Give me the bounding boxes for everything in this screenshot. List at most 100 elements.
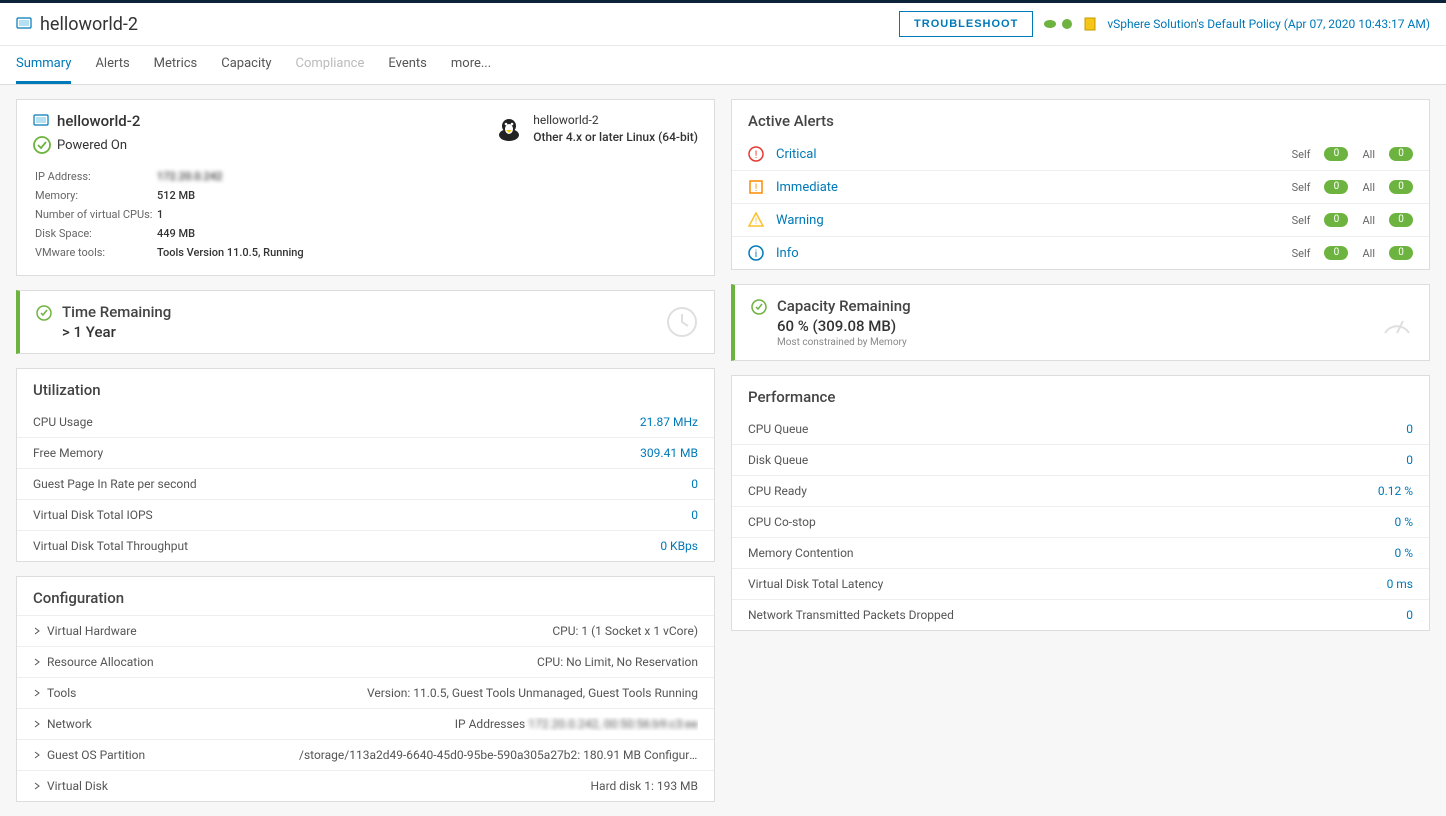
ip-value: 172.20.0.242	[157, 168, 304, 185]
perf-label: CPU Queue	[748, 422, 808, 436]
chevron-right-icon	[33, 689, 41, 697]
capacity-remaining-card: Capacity Remaining 60 % (309.08 MB) Most…	[731, 284, 1430, 361]
perf-label: CPU Co-stop	[748, 515, 816, 529]
chevron-right-icon	[33, 751, 41, 759]
policy-text[interactable]: vSphere Solution's Default Policy (Apr 0…	[1107, 17, 1430, 31]
os-name: helloworld-2	[533, 112, 698, 129]
disk-value: 449 MB	[157, 225, 304, 242]
gauge-icon	[1381, 307, 1413, 339]
config-row[interactable]: Resource Allocation CPU: No Limit, No Re…	[17, 646, 714, 677]
configuration-card: Configuration Virtual Hardware CPU: 1 (1…	[16, 576, 715, 802]
vcpu-value: 1	[157, 206, 304, 223]
info-icon: i	[748, 245, 764, 261]
active-alerts-card: Active Alerts ! Critical Self0 All0 ! I	[731, 99, 1430, 270]
disk-label: Disk Space:	[35, 225, 155, 242]
tools-value: Tools Version 11.0.5, Running	[157, 244, 304, 261]
perf-value[interactable]: 0	[1406, 608, 1413, 622]
powered-on-icon	[33, 136, 51, 154]
page-title: helloworld-2	[40, 14, 138, 35]
util-value[interactable]: 0	[691, 508, 698, 522]
svg-text:!: !	[755, 183, 758, 194]
ip-label: IP Address:	[35, 168, 155, 185]
chevron-right-icon	[33, 627, 41, 635]
chevron-right-icon	[33, 782, 41, 790]
status-badge-icon	[1061, 18, 1073, 30]
vm-icon	[16, 16, 32, 32]
tab-summary[interactable]: Summary	[16, 46, 71, 84]
status-green-icon	[1043, 19, 1057, 29]
performance-title: Performance	[732, 376, 1429, 414]
power-status: Powered On	[57, 138, 127, 153]
perf-label: Network Transmitted Packets Dropped	[748, 608, 954, 622]
config-row[interactable]: Guest OS Partition /storage/113a2d49-664…	[17, 739, 714, 770]
tab-more[interactable]: more...	[451, 46, 491, 84]
tab-capacity[interactable]: Capacity	[221, 46, 271, 84]
tab-compliance[interactable]: Compliance	[296, 46, 365, 84]
config-row[interactable]: Virtual Hardware CPU: 1 (1 Socket x 1 vC…	[17, 615, 714, 646]
troubleshoot-button[interactable]: TROUBLESHOOT	[899, 11, 1033, 37]
chevron-right-icon	[33, 720, 41, 728]
capacity-title: Capacity Remaining	[777, 297, 911, 315]
util-value[interactable]: 0 KBps	[660, 539, 698, 553]
check-icon	[751, 299, 767, 315]
capacity-value: 60 % (309.08 MB)	[777, 317, 911, 335]
util-label: CPU Usage	[33, 415, 93, 429]
perf-label: CPU Ready	[748, 484, 807, 498]
vm-summary-card: helloworld-2 Powered On helloworld-2 Oth…	[16, 99, 715, 276]
alert-row-critical[interactable]: ! Critical Self0 All0	[732, 138, 1429, 171]
perf-label: Virtual Disk Total Latency	[748, 577, 883, 591]
perf-value[interactable]: 0.12 %	[1378, 484, 1413, 498]
util-label: Guest Page In Rate per second	[33, 477, 197, 491]
util-label: Virtual Disk Total IOPS	[33, 508, 153, 522]
perf-value[interactable]: 0	[1406, 453, 1413, 467]
perf-value[interactable]: 0	[1406, 422, 1413, 436]
critical-icon: !	[748, 146, 764, 162]
time-remaining-title: Time Remaining	[62, 303, 171, 321]
chevron-right-icon	[33, 658, 41, 666]
util-value[interactable]: 309.41 MB	[640, 446, 698, 460]
config-row[interactable]: Network IP Addresses 172.20.0.242, 00:50…	[17, 708, 714, 739]
util-label: Virtual Disk Total Throughput	[33, 539, 188, 553]
vm-icon	[33, 113, 49, 129]
tab-metrics[interactable]: Metrics	[154, 46, 198, 84]
immediate-icon: !	[748, 179, 764, 195]
check-icon	[36, 305, 52, 321]
perf-value[interactable]: 0 ms	[1387, 577, 1413, 591]
config-row[interactable]: Virtual Disk Hard disk 1: 193 MB	[17, 770, 714, 801]
perf-value[interactable]: 0 %	[1394, 546, 1413, 560]
vcpu-label: Number of virtual CPUs:	[35, 206, 155, 223]
tab-events[interactable]: Events	[388, 46, 426, 84]
tools-label: VMware tools:	[35, 244, 155, 261]
capacity-sub: Most constrained by Memory	[777, 337, 911, 348]
warning-icon: !	[748, 212, 764, 228]
tabs: Summary Alerts Metrics Capacity Complian…	[0, 46, 1446, 85]
perf-value[interactable]: 0 %	[1394, 515, 1413, 529]
utilization-title: Utilization	[17, 369, 714, 407]
clock-icon	[666, 306, 698, 338]
config-row[interactable]: Tools Version: 11.0.5, Guest Tools Unman…	[17, 677, 714, 708]
alert-row-warning[interactable]: ! Warning Self0 All0	[732, 204, 1429, 237]
alert-row-info[interactable]: i Info Self0 All0	[732, 237, 1429, 269]
configuration-title: Configuration	[17, 577, 714, 615]
perf-label: Memory Contention	[748, 546, 854, 560]
time-remaining-value: > 1 Year	[62, 323, 171, 341]
mem-value: 512 MB	[157, 187, 304, 204]
linux-icon	[495, 115, 523, 143]
time-remaining-card: Time Remaining > 1 Year	[16, 290, 715, 354]
alert-row-immediate[interactable]: ! Immediate Self0 All0	[732, 171, 1429, 204]
utilization-card: Utilization CPU Usage 21.87 MHz Free Memo…	[16, 368, 715, 562]
util-label: Free Memory	[33, 446, 103, 460]
mem-label: Memory:	[35, 187, 155, 204]
active-alerts-title: Active Alerts	[732, 100, 1429, 138]
policy-icon	[1083, 17, 1097, 31]
util-value[interactable]: 0	[691, 477, 698, 491]
util-value[interactable]: 21.87 MHz	[640, 415, 698, 429]
perf-label: Disk Queue	[748, 453, 808, 467]
svg-text:!: !	[755, 217, 757, 227]
performance-card: Performance CPU Queue 0 Disk Queue 0 CPU R…	[731, 375, 1430, 631]
svg-text:i: i	[755, 249, 757, 260]
vm-name: helloworld-2	[57, 112, 140, 130]
utilization-rows: CPU Usage21.87 MHz Free Memory309.41 MB …	[17, 407, 714, 561]
tab-alerts[interactable]: Alerts	[95, 46, 129, 84]
page-header: helloworld-2 TROUBLESHOOT vSphere Soluti…	[0, 3, 1446, 46]
